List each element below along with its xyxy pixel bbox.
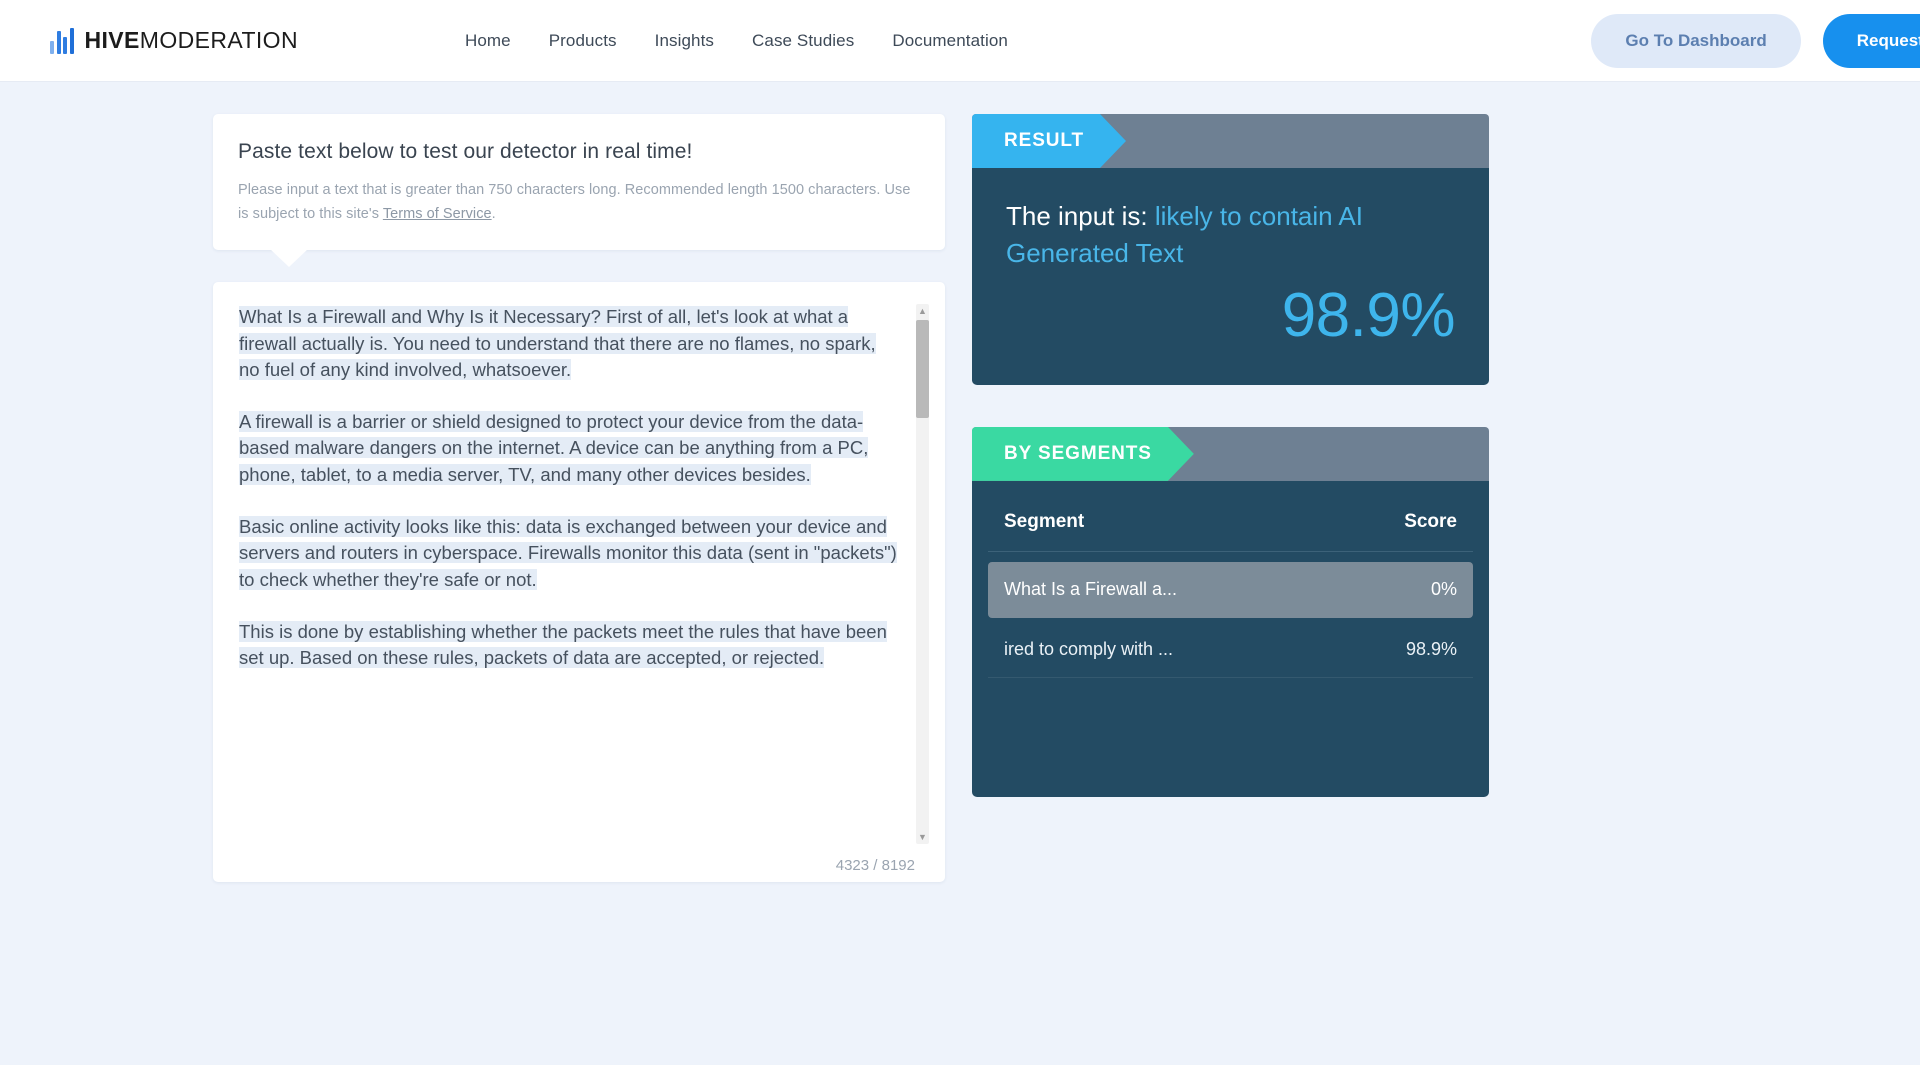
instructions-text: Please input a text that is greater than… (238, 178, 920, 226)
terms-of-service-link[interactable]: Terms of Service (383, 206, 492, 222)
nav-item-documentation[interactable]: Documentation (892, 31, 1008, 51)
brand-name-light: MODERATION (140, 27, 298, 53)
left-column: Paste text below to test our detector in… (213, 114, 945, 882)
segment-row[interactable]: ired to comply with ... 98.9% (988, 622, 1473, 678)
result-panel-body: The input is: likely to contain AI Gener… (972, 168, 1489, 385)
top-navbar: HIVEMODERATION Home Products Insights Ca… (0, 0, 1920, 82)
callout-arrow (270, 249, 308, 267)
segments-table-header: Segment Score (988, 505, 1473, 552)
segments-panel-body: Segment Score What Is a Firewall a... 0%… (972, 481, 1489, 797)
segments-tag-label: BY SEGMENTS (972, 427, 1194, 481)
input-paragraph-text-2: A firewall is a barrier or shield design… (239, 411, 868, 485)
go-to-dashboard-button[interactable]: Go To Dashboard (1591, 14, 1800, 68)
result-panel: RESULT The input is: likely to contain A… (972, 114, 1489, 385)
chevron-up-icon[interactable]: ▲ (916, 304, 929, 318)
nav-actions: Go To Dashboard Request a (1591, 14, 1920, 68)
input-paragraph-text-4: This is done by establishing whether the… (239, 621, 887, 668)
hive-bars-icon (50, 28, 74, 54)
textarea-scrollbar[interactable]: ▲ ▼ (916, 304, 929, 844)
input-paragraph: Basic online activity looks like this: d… (239, 514, 897, 593)
segment-label: What Is a Firewall a... (1004, 579, 1177, 600)
input-paragraph-text-1: What Is a Firewall and Why Is it Necessa… (239, 306, 876, 380)
character-counter: 4323 / 8192 (836, 857, 915, 874)
instructions-text-before: Please input a text that is greater than… (238, 182, 910, 222)
result-percentage: 98.9% (1006, 280, 1455, 351)
right-column: RESULT The input is: likely to contain A… (972, 114, 1489, 797)
input-paragraph: This is done by establishing whether the… (239, 619, 897, 672)
segment-score: 0% (1431, 579, 1457, 600)
nav-item-home[interactable]: Home (465, 31, 511, 51)
result-verdict-line: The input is: likely to contain AI Gener… (1006, 198, 1455, 272)
scrollbar-thumb[interactable] (916, 320, 929, 418)
nav-links: Home Products Insights Case Studies Docu… (465, 31, 1008, 51)
result-tag-bar: RESULT (972, 114, 1489, 168)
brand-name-bold: HIVE (85, 27, 140, 53)
text-input-area[interactable]: What Is a Firewall and Why Is it Necessa… (239, 304, 927, 844)
nav-item-case-studies[interactable]: Case Studies (752, 31, 854, 51)
nav-item-insights[interactable]: Insights (655, 31, 714, 51)
result-tag-label: RESULT (972, 114, 1126, 168)
brand-logo[interactable]: HIVEMODERATION (50, 27, 298, 54)
chevron-down-icon[interactable]: ▼ (916, 830, 929, 844)
input-paragraph-text-3: Basic online activity looks like this: d… (239, 516, 897, 590)
segments-panel: BY SEGMENTS Segment Score What Is a Fire… (972, 427, 1489, 797)
result-prefix: The input is: (1006, 201, 1155, 231)
instructions-text-after: . (492, 206, 496, 222)
input-paragraph: A firewall is a barrier or shield design… (239, 409, 897, 488)
page-body: Paste text below to test our detector in… (0, 82, 1920, 1065)
nav-item-products[interactable]: Products (549, 31, 617, 51)
request-access-button[interactable]: Request a (1823, 14, 1920, 68)
segments-column-segment: Segment (1004, 511, 1084, 533)
brand-text: HIVEMODERATION (85, 27, 298, 54)
page-title: Paste text below to test our detector in… (238, 140, 920, 164)
segments-column-score: Score (1404, 511, 1457, 533)
text-input-card[interactable]: What Is a Firewall and Why Is it Necessa… (213, 282, 945, 882)
segment-row[interactable]: What Is a Firewall a... 0% (988, 562, 1473, 618)
segment-score: 98.9% (1406, 639, 1457, 660)
segments-tag-bar: BY SEGMENTS (972, 427, 1489, 481)
input-paragraph: What Is a Firewall and Why Is it Necessa… (239, 304, 897, 383)
instructions-card: Paste text below to test our detector in… (213, 114, 945, 250)
segment-label: ired to comply with ... (1004, 639, 1173, 660)
